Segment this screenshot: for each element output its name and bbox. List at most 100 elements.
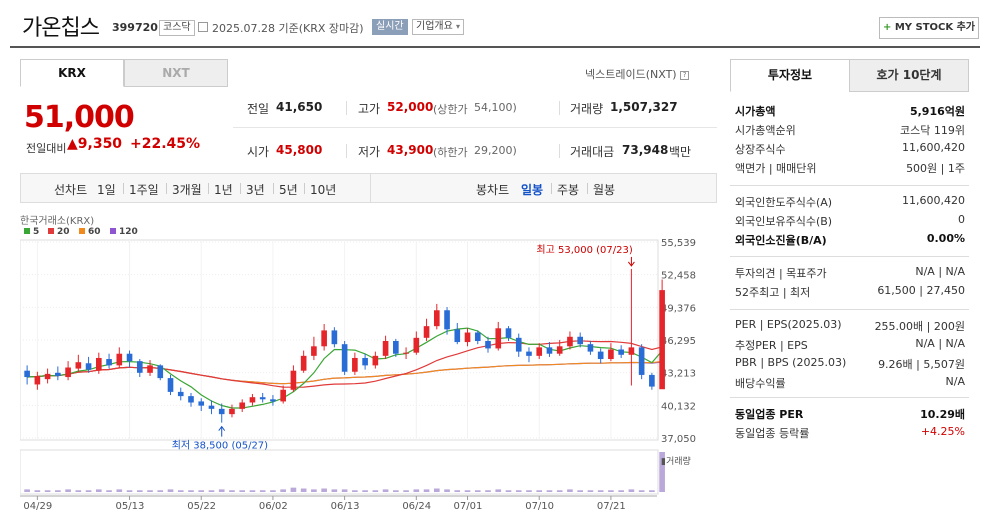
- volume-bar: [352, 490, 358, 492]
- volume-bar: [433, 488, 440, 492]
- candle-body: [311, 346, 317, 356]
- volume-bar: [393, 490, 399, 492]
- volume-bar: [628, 489, 635, 492]
- candle-body: [372, 355, 379, 366]
- date-text: 2025.07.28 기준(KRX 장마감): [212, 22, 364, 35]
- candle-body: [413, 337, 420, 353]
- candle-body: [638, 347, 645, 375]
- volume-bar: [24, 489, 30, 492]
- help-icon[interactable]: ?: [680, 71, 690, 80]
- candle-body: [495, 328, 502, 349]
- candle-body: [290, 370, 297, 390]
- volume-bar: [556, 490, 563, 492]
- volume-bar: [372, 490, 379, 492]
- candle-period-2[interactable]: 주봉: [557, 181, 579, 198]
- info-label: 외국인보유주식수(B): [735, 215, 833, 228]
- candle-period-3[interactable]: 월봉: [593, 181, 615, 198]
- info-label: 배당수익률: [735, 377, 786, 390]
- calendar-icon: [198, 22, 208, 32]
- legend-label: 20: [57, 227, 70, 237]
- divider: [346, 144, 347, 158]
- volume-bar: [106, 490, 112, 492]
- volume-bar: [136, 490, 143, 492]
- volume-bar: [495, 489, 502, 492]
- info-row: 동일업종 PER 10.29배: [735, 406, 965, 424]
- period-5[interactable]: 3년: [246, 181, 265, 198]
- candle-body: [526, 351, 532, 356]
- low-annotation: 최저 38,500 (05/27): [172, 440, 268, 452]
- info-value: 5,916억원: [909, 105, 965, 118]
- info-value: 11,600,420: [902, 141, 965, 154]
- volume-bar: [331, 489, 338, 492]
- y-tick-label: 40,132: [661, 401, 696, 412]
- candle-body: [403, 352, 409, 354]
- candle-body: [659, 290, 665, 390]
- candle-body: [229, 408, 235, 415]
- info-label: 외국인한도주식수(A): [735, 196, 833, 209]
- company-overview-button[interactable]: 기업개요 ▾: [412, 19, 465, 35]
- stock-chart[interactable]: 한국거래소(KRX)5 20 60 120 55,539 52,458 49,376 46,2…: [20, 212, 717, 522]
- realtime-button[interactable]: 실시간: [372, 19, 408, 35]
- volume-bar: [321, 488, 327, 492]
- amount-label: 거래대금: [570, 145, 615, 159]
- tab-nxt[interactable]: NXT: [124, 59, 228, 87]
- legend-swatch: [24, 228, 30, 234]
- volume-bar: [567, 489, 573, 492]
- candle-period-1[interactable]: 일봉: [521, 181, 543, 198]
- volume-bar: [218, 489, 225, 492]
- header-divider: [10, 46, 980, 48]
- candle-body: [505, 328, 512, 338]
- upper-limit-label: (상한가: [433, 103, 468, 116]
- period-6[interactable]: 5년: [279, 181, 298, 198]
- period-2[interactable]: 1주일: [129, 181, 159, 198]
- x-tick-label: 06/02: [259, 501, 288, 512]
- info-label: 동일업종 등락률: [735, 427, 810, 440]
- volume-bar: [546, 490, 553, 492]
- nxt-info-link[interactable]: 넥스트레이드(NXT) ?: [585, 66, 690, 82]
- volume-label: 거래량: [570, 102, 604, 116]
- volume-bar: [587, 490, 594, 492]
- info-row: PER | EPS(2025.03) 255.00배 | 200원: [735, 318, 965, 336]
- prev-close-label: 전일: [247, 102, 270, 116]
- y-tick-label: 46,295: [661, 336, 696, 347]
- tab-krx[interactable]: KRX: [20, 59, 124, 87]
- volume-bar: [485, 490, 491, 492]
- divider: [346, 101, 347, 115]
- my-stock-add-button[interactable]: + MY STOCK 추가: [879, 17, 979, 39]
- x-tick-label: 07/21: [597, 501, 626, 512]
- candle-body: [85, 363, 92, 370]
- divider: [559, 144, 560, 158]
- x-tick-label: 07/10: [525, 501, 554, 512]
- volume-bar: [188, 490, 194, 492]
- candle-body: [444, 310, 450, 330]
- volume-value: 1,507,327: [610, 100, 678, 114]
- tab-order-book[interactable]: 호가 10단계: [849, 59, 969, 92]
- candle-body: [280, 389, 286, 402]
- candle-body: [393, 341, 399, 354]
- candle-body: [188, 396, 194, 403]
- candle-body: [198, 401, 205, 406]
- candle-body: [95, 357, 102, 371]
- stock-code: 399720: [112, 21, 158, 34]
- candle-body: [649, 374, 655, 387]
- period-3[interactable]: 3개월: [172, 181, 202, 198]
- volume-bar: [536, 490, 543, 492]
- info-value: 0: [958, 213, 965, 226]
- period-4[interactable]: 1년: [214, 181, 233, 198]
- volume-bar: [638, 490, 645, 492]
- x-tick-label: 06/13: [331, 501, 360, 512]
- candle-body: [556, 346, 563, 354]
- open-value: 45,800: [276, 143, 323, 157]
- tab-investment-info[interactable]: 투자정보: [730, 59, 850, 92]
- info-row: 추정PER | EPS N/A | N/A: [735, 337, 965, 355]
- info-value: N/A: [945, 375, 965, 388]
- info-value: 255.00배 | 200원: [874, 320, 965, 333]
- overview-label: 기업개요: [416, 21, 453, 32]
- period-7[interactable]: 10년: [310, 181, 336, 198]
- volume-bar: [75, 490, 82, 492]
- period-separator: [273, 183, 274, 194]
- upper-limit-value: 54,100): [474, 101, 517, 114]
- period-1[interactable]: 1일: [97, 181, 116, 198]
- volume-bar: [515, 490, 522, 492]
- volume-bar: [44, 490, 51, 492]
